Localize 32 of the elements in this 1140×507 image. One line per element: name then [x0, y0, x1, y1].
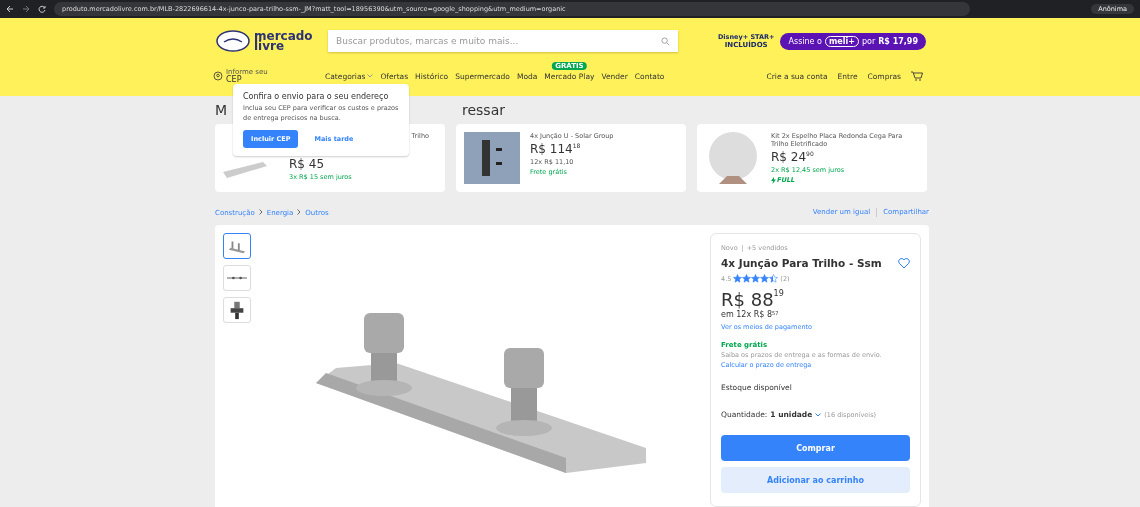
- chevron-icon[interactable]: [815, 412, 822, 417]
- subscribe-button[interactable]: Assine o meli+ por R$ 17,99: [780, 32, 926, 50]
- reload-icon[interactable]: [38, 5, 46, 13]
- thumbnail[interactable]: [223, 233, 251, 259]
- chevron-right-icon: [297, 208, 302, 215]
- rail-drawing: [223, 162, 267, 178]
- product-price: R$ 88$^{19}$: [721, 289, 785, 310]
- star-icon: [760, 274, 770, 283]
- buy-button[interactable]: Comprar: [721, 435, 910, 461]
- cart-icon[interactable]: [911, 71, 923, 82]
- star-icon: [769, 274, 779, 283]
- product-title: 4x Junção Para Trilho - Ssm: [721, 257, 882, 269]
- location-pin-icon[interactable]: [213, 71, 223, 82]
- lightning-icon: [771, 176, 776, 184]
- chevron-right-icon: [258, 208, 263, 215]
- heart-icon[interactable]: [898, 257, 910, 269]
- back-icon[interactable]: [6, 5, 14, 13]
- card-price: R$ 45: [289, 157, 325, 171]
- star-icon: [751, 274, 761, 283]
- star-icon: [742, 274, 752, 283]
- installments-text: em 12x R$ 8$^{57}$: [721, 310, 780, 319]
- bracket-photo: [464, 132, 520, 184]
- section-heading: ressar: [462, 102, 505, 118]
- forward-icon[interactable]: [22, 5, 30, 13]
- section-heading: M: [215, 102, 228, 118]
- card-price: R$ 24$^{90}$: [771, 150, 815, 164]
- star-icon: [733, 274, 743, 283]
- logo-text[interactable]: mercado livre: [254, 31, 313, 52]
- search-icon[interactable]: [661, 36, 670, 46]
- popup-title: Confira o envio para o seu endereço: [243, 92, 390, 101]
- chevron-icon: [367, 74, 374, 79]
- card-price: R$ 114$^{18}$: [530, 142, 582, 156]
